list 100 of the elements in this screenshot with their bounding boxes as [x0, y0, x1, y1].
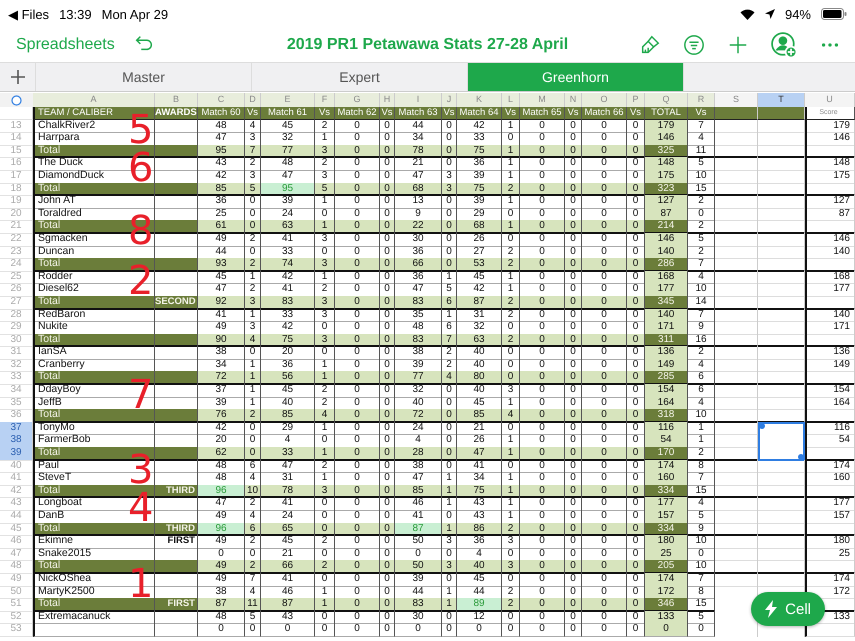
table-cell[interactable] — [715, 208, 758, 222]
table-cell[interactable] — [715, 157, 758, 171]
row-number[interactable]: 37 — [0, 422, 33, 436]
table-cell[interactable] — [758, 270, 805, 284]
table-cell[interactable] — [758, 120, 805, 134]
row-number[interactable]: 47 — [0, 548, 33, 562]
row-number[interactable]: 17 — [0, 170, 33, 184]
row-number[interactable]: 52 — [0, 610, 33, 624]
table-cell[interactable] — [758, 535, 805, 549]
table-cell[interactable] — [715, 371, 758, 386]
row-number[interactable]: 19 — [0, 195, 33, 209]
table-cell[interactable] — [715, 497, 758, 511]
table-cell[interactable] — [715, 321, 758, 335]
table-cell[interactable] — [715, 560, 758, 574]
table-cell[interactable] — [715, 447, 758, 461]
row-number[interactable]: 40 — [0, 460, 33, 474]
column-header[interactable]: R — [688, 93, 715, 107]
table-cell[interactable] — [758, 548, 805, 562]
row-number[interactable]: 26 — [0, 283, 33, 297]
selection-handle[interactable] — [798, 454, 804, 460]
table-cell[interactable] — [715, 144, 758, 158]
column-header[interactable]: J — [442, 93, 457, 107]
table-cell[interactable] — [715, 232, 758, 247]
column-header[interactable]: C — [198, 93, 245, 107]
filter-icon[interactable] — [683, 34, 705, 56]
table-cell[interactable] — [715, 308, 758, 322]
table-cell[interactable] — [715, 182, 758, 196]
row-number[interactable]: 25 — [0, 270, 33, 284]
table-cell[interactable] — [758, 157, 805, 171]
table-cell[interactable] — [758, 107, 805, 120]
column-header[interactable]: H — [380, 93, 395, 107]
row-number[interactable]: 39 — [0, 447, 33, 461]
table-cell[interactable] — [758, 308, 805, 322]
column-header[interactable]: E — [261, 93, 315, 107]
table-cell[interactable] — [758, 144, 805, 158]
selected-cell[interactable] — [758, 434, 805, 448]
column-header[interactable]: F — [315, 93, 335, 107]
table-cell[interactable] — [758, 484, 805, 498]
table-cell[interactable] — [715, 548, 758, 562]
table-cell[interactable] — [715, 107, 758, 120]
table-cell[interactable] — [715, 132, 758, 146]
table-cell[interactable] — [715, 170, 758, 184]
row-number[interactable]: 53 — [0, 623, 33, 637]
cell-button[interactable]: Cell — [751, 592, 825, 626]
add-sheet-icon[interactable] — [10, 69, 26, 85]
table-cell[interactable] — [715, 422, 758, 436]
table-cell[interactable] — [758, 334, 805, 348]
row-number[interactable]: 41 — [0, 472, 33, 486]
table-cell[interactable] — [715, 522, 758, 536]
column-header[interactable]: A — [33, 93, 155, 107]
table-cell[interactable] — [758, 371, 805, 386]
column-header[interactable]: P — [627, 93, 645, 107]
row-number[interactable]: 23 — [0, 246, 33, 260]
table-cell[interactable] — [758, 396, 805, 410]
row-number[interactable]: 50 — [0, 586, 33, 600]
table-cell[interactable] — [758, 358, 805, 372]
table-cell[interactable] — [715, 220, 758, 234]
table-cell[interactable] — [715, 396, 758, 410]
table-cell[interactable] — [758, 510, 805, 524]
row-number[interactable]: 43 — [0, 497, 33, 511]
column-header[interactable]: T — [758, 93, 805, 107]
column-header[interactable]: I — [395, 93, 442, 107]
column-header[interactable]: G — [335, 93, 380, 107]
table-cell[interactable] — [758, 560, 805, 574]
row-number[interactable]: 16 — [0, 157, 33, 171]
table-cell[interactable] — [715, 296, 758, 310]
table-cell[interactable] — [758, 572, 805, 587]
column-header[interactable]: B — [155, 93, 198, 107]
row-number[interactable]: 20 — [0, 208, 33, 222]
table-cell[interactable] — [758, 258, 805, 272]
table-cell[interactable] — [715, 510, 758, 524]
column-header[interactable]: D — [245, 93, 261, 107]
column-header[interactable]: M — [520, 93, 565, 107]
table-cell[interactable] — [758, 321, 805, 335]
spreadsheets-back-button[interactable]: Spreadsheets — [16, 36, 115, 54]
table-cell[interactable] — [715, 270, 758, 284]
row-number[interactable]: 28 — [0, 308, 33, 322]
row-number[interactable]: 29 — [0, 321, 33, 335]
table-cell[interactable] — [758, 522, 805, 536]
table-cell[interactable] — [758, 208, 805, 222]
row-number[interactable]: 22 — [0, 232, 33, 247]
table-cell[interactable] — [758, 246, 805, 260]
row-number[interactable]: 32 — [0, 358, 33, 372]
table-cell[interactable] — [715, 384, 758, 398]
row-number[interactable]: 38 — [0, 434, 33, 448]
sheet-tab[interactable]: Greenhorn — [468, 63, 684, 91]
row-number[interactable]: 35 — [0, 396, 33, 410]
table-cell[interactable] — [715, 535, 758, 549]
table-cell[interactable] — [715, 434, 758, 448]
add-icon[interactable] — [727, 34, 749, 56]
table-cell[interactable] — [715, 484, 758, 498]
paintbrush-icon[interactable] — [639, 34, 661, 56]
table-cell[interactable] — [715, 283, 758, 297]
table-cell[interactable] — [758, 409, 805, 423]
table-cell[interactable] — [758, 220, 805, 234]
table-cell[interactable] — [715, 358, 758, 372]
selected-cell[interactable] — [758, 447, 805, 461]
table-cell[interactable] — [758, 384, 805, 398]
table-cell[interactable] — [715, 409, 758, 423]
column-header[interactable]: K — [457, 93, 502, 107]
